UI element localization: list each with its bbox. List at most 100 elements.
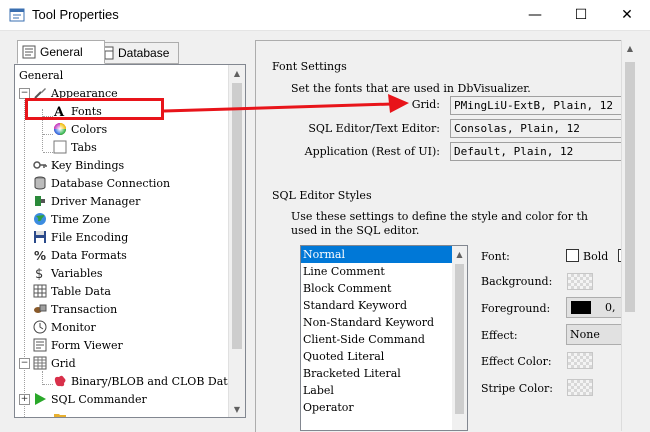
sql-styles-description-1: Use these settings to define the style a… <box>291 210 589 223</box>
effect-color-swatch[interactable] <box>567 352 593 369</box>
list-item[interactable]: Standard Keyword <box>301 297 467 314</box>
scroll-up-arrow-icon[interactable]: ▲ <box>229 65 245 81</box>
tree-item-label: Table Data <box>51 284 111 298</box>
tree-item-label: Tabs <box>71 140 97 154</box>
tree-item-label: SQL Commander <box>51 392 147 406</box>
list-item[interactable]: Bracketed Literal <box>301 365 467 382</box>
app-icon <box>9 8 25 22</box>
style-font-label: Font: <box>481 250 510 263</box>
scroll-up-arrow-icon[interactable]: ▲ <box>622 40 638 56</box>
tree-item-label: Variables <box>51 266 103 280</box>
blob-icon <box>54 375 66 387</box>
tree-item-label: Key Bindings <box>51 158 125 172</box>
tree-item-driver-manager[interactable]: Driver Manager <box>33 192 140 210</box>
key-icon <box>33 161 47 169</box>
globe-icon <box>34 213 46 225</box>
tree-item-label: Form Viewer <box>51 338 123 352</box>
tree-item-time-zone[interactable]: Time Zone <box>33 210 110 228</box>
grid-font-label: Grid: <box>411 98 440 111</box>
tree-item-label: Transaction <box>51 302 118 316</box>
bold-label: Bold <box>583 250 609 263</box>
sql-styles-description-2: used in the SQL editor. <box>291 224 420 237</box>
tree-item-sql-commander[interactable]: SQL Commander <box>33 390 147 408</box>
list-item[interactable]: Operator <box>301 399 467 416</box>
database-icon <box>34 176 46 190</box>
general-tab-icon <box>22 45 36 59</box>
font-settings-title: Font Settings <box>272 60 347 73</box>
tree-item-label: File Encoding <box>51 230 129 244</box>
tree-scrollbar[interactable]: ▲ ▼ <box>228 65 245 417</box>
tree-item-table-data[interactable]: Table Data <box>33 282 111 300</box>
foreground-color-swatch <box>571 301 591 314</box>
styles-list-scroll-thumb[interactable] <box>455 264 464 414</box>
transaction-icon <box>34 304 47 313</box>
grid-icon <box>33 356 47 370</box>
title-bar: Tool Properties — ☐ ✕ <box>0 0 650 31</box>
sql-commander-expand-toggle[interactable]: + <box>19 394 30 405</box>
tree-item-variables[interactable]: $ Variables <box>33 264 103 282</box>
tree-item-binary-blob-clob[interactable]: Binary/BLOB and CLOB Data <box>53 372 234 390</box>
list-item[interactable]: Normal <box>301 246 467 263</box>
tab-general-label: General <box>40 45 83 59</box>
tab-general[interactable]: General <box>17 40 105 64</box>
list-item[interactable]: Non-Standard Keyword <box>301 314 467 331</box>
tree-scroll-thumb[interactable] <box>232 83 242 349</box>
clock-icon <box>33 320 47 334</box>
folder-icon <box>54 414 66 417</box>
stripe-color-swatch[interactable] <box>567 379 593 396</box>
tree-item-form-viewer[interactable]: Form Viewer <box>33 336 123 354</box>
driver-icon <box>35 196 45 206</box>
scroll-up-arrow-icon[interactable]: ▲ <box>452 246 467 262</box>
table-icon <box>33 284 47 298</box>
bold-checkbox[interactable] <box>566 249 579 262</box>
sql-editor-font-field[interactable]: Consolas, Plain, 12 <box>450 119 622 138</box>
tab-database[interactable]: Database <box>95 42 179 64</box>
tree-item-label: Database Connection <box>51 176 171 190</box>
tree-item-transaction[interactable]: Transaction <box>33 300 117 318</box>
tree-item-label: Binary/BLOB and CLOB Data <box>71 374 235 388</box>
form-icon <box>33 338 47 352</box>
tree-item-tabs[interactable]: Tabs <box>53 138 97 156</box>
tree-item-grid[interactable]: Grid <box>33 354 76 372</box>
effect-label: Effect: <box>481 329 518 342</box>
foreground-color-button[interactable]: 0, <box>566 297 622 318</box>
tree-item-colors[interactable]: Colors <box>53 120 107 138</box>
tree-item-label: Grid <box>51 356 76 370</box>
tree-item-label: Time Zone <box>51 212 111 226</box>
grid-font-field[interactable]: PMingLiU-ExtB, Plain, 12 <box>450 96 622 115</box>
svg-text:$: $ <box>35 267 43 280</box>
tree-item-label: Colors <box>71 122 108 136</box>
grid-collapse-toggle[interactable]: − <box>19 358 30 369</box>
maximize-button[interactable]: ☐ <box>558 0 604 30</box>
panel-scrollbar[interactable]: ▲ <box>621 40 638 431</box>
list-item[interactable]: Quoted Literal <box>301 348 467 365</box>
list-item[interactable]: Block Comment <box>301 280 467 297</box>
tree-item-label: Monitor <box>51 320 96 334</box>
panel-scroll-thumb[interactable] <box>625 62 635 312</box>
stripe-color-label: Stripe Color: <box>481 382 553 395</box>
application-font-field[interactable]: Default, Plain, 12 <box>450 142 622 161</box>
sql-editor-styles-title: SQL Editor Styles <box>272 189 372 202</box>
minimize-button[interactable]: — <box>512 0 558 30</box>
tree-item-file-encoding[interactable]: File Encoding <box>33 228 128 246</box>
list-item[interactable]: Line Comment <box>301 263 467 280</box>
tree-item-general[interactable]: General <box>19 66 63 84</box>
list-item[interactable]: Label <box>301 382 467 399</box>
background-color-swatch[interactable] <box>567 273 593 290</box>
tree-item-partial[interactable] <box>53 408 71 417</box>
sql-editor-font-label: SQL Editor/Text Editor: <box>308 122 440 135</box>
color-wheel-icon <box>54 123 66 135</box>
close-button[interactable]: ✕ <box>604 0 650 30</box>
tree-item-label: Driver Manager <box>51 194 141 208</box>
tree-item-key-bindings[interactable]: Key Bindings <box>33 156 124 174</box>
styles-list-scrollbar[interactable]: ▲ <box>452 246 467 430</box>
scroll-down-arrow-icon[interactable]: ▼ <box>229 401 245 417</box>
list-item[interactable]: Client-Side Command <box>301 331 467 348</box>
sql-styles-list[interactable]: Normal Line Comment Block Comment Standa… <box>300 245 468 431</box>
tree-item-label: General <box>19 68 64 82</box>
tree-item-database-connection[interactable]: Database Connection <box>33 174 170 192</box>
tree-item-data-formats[interactable]: % Data Formats <box>33 246 127 264</box>
effect-select[interactable]: None <box>566 324 622 345</box>
tree-item-monitor[interactable]: Monitor <box>33 318 96 336</box>
foreground-color-value: 0, <box>605 301 616 314</box>
